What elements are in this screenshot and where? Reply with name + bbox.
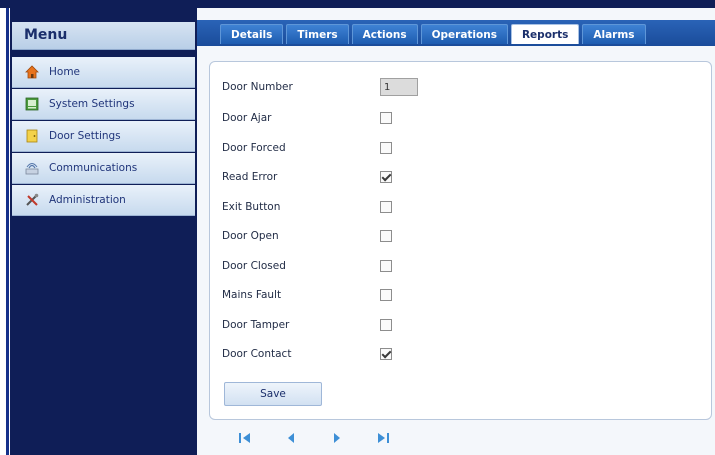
door-tamper-checkbox[interactable] [380,319,392,331]
door-closed-label: Door Closed [222,260,286,272]
checkbox-row: Door Open [222,226,522,246]
menu-list: Home System Settings Door Settings Commu… [12,57,195,217]
checkbox-row: Mains Fault [222,285,522,305]
checkbox-row: Door Forced [222,138,522,158]
tools-icon [25,193,39,207]
door-number-row: Door Number [222,77,522,97]
tab-details[interactable]: Details [220,24,284,44]
checkbox-row: Door Ajar [222,108,522,128]
exit-button-label: Exit Button [222,201,281,213]
read-error-checkbox[interactable] [380,171,392,183]
last-page-icon[interactable] [360,430,406,446]
door-ajar-checkbox[interactable] [380,112,392,124]
tab-bar: Details Timers Actions Operations Report… [220,24,646,44]
door-number-input[interactable] [380,78,418,96]
pager [222,430,406,446]
left-edge-line [6,8,9,455]
door-ajar-label: Door Ajar [222,112,272,124]
mains-fault-label: Mains Fault [222,289,282,301]
door-forced-label: Door Forced [222,142,286,154]
top-bar [0,0,715,8]
mains-fault-checkbox[interactable] [380,289,392,301]
sidebar-item-label: Door Settings [49,130,121,142]
checkbox-row: Read Error [222,167,522,187]
sidebar-item-communications[interactable]: Communications [12,153,195,184]
tab-timers[interactable]: Timers [286,24,349,44]
left-edge [0,8,10,455]
next-page-icon[interactable] [314,430,360,446]
door-open-label: Door Open [222,230,279,242]
checkbox-row: Door Tamper [222,315,522,335]
read-error-label: Read Error [222,171,278,183]
previous-page-icon[interactable] [268,430,314,446]
tab-alarms[interactable]: Alarms [582,24,646,44]
door-tamper-label: Door Tamper [222,319,290,331]
checkbox-row: Exit Button [222,197,522,217]
sidebar-item-administration[interactable]: Administration [12,185,195,216]
exit-button-checkbox[interactable] [380,201,392,213]
door-closed-checkbox[interactable] [380,260,392,272]
first-page-icon[interactable] [222,430,268,446]
sidebar-item-label: System Settings [49,98,135,110]
sidebar-item-home[interactable]: Home [12,57,195,88]
tab-reports[interactable]: Reports [510,24,580,44]
checkbox-row: Door Contact [222,344,522,364]
home-icon [25,65,39,79]
tab-operations[interactable]: Operations [420,24,508,44]
door-contact-checkbox[interactable] [380,348,392,360]
sidebar-item-door-settings[interactable]: Door Settings [12,121,195,152]
door-number-label: Door Number [222,81,293,93]
system-settings-icon [25,97,39,111]
door-contact-label: Door Contact [222,348,292,360]
sidebar-item-label: Administration [49,194,126,206]
communications-icon [25,161,39,175]
door-open-checkbox[interactable] [380,230,392,242]
sidebar-item-label: Communications [49,162,138,174]
menu-header: Menu [12,22,195,50]
door-icon [25,129,39,143]
tab-actions[interactable]: Actions [351,24,418,44]
menu-title: Menu [24,27,68,43]
sidebar-item-system-settings[interactable]: System Settings [12,89,195,120]
door-forced-checkbox[interactable] [380,142,392,154]
save-button[interactable]: Save [224,382,322,406]
sidebar-item-label: Home [49,66,81,78]
checkbox-row: Door Closed [222,256,522,276]
